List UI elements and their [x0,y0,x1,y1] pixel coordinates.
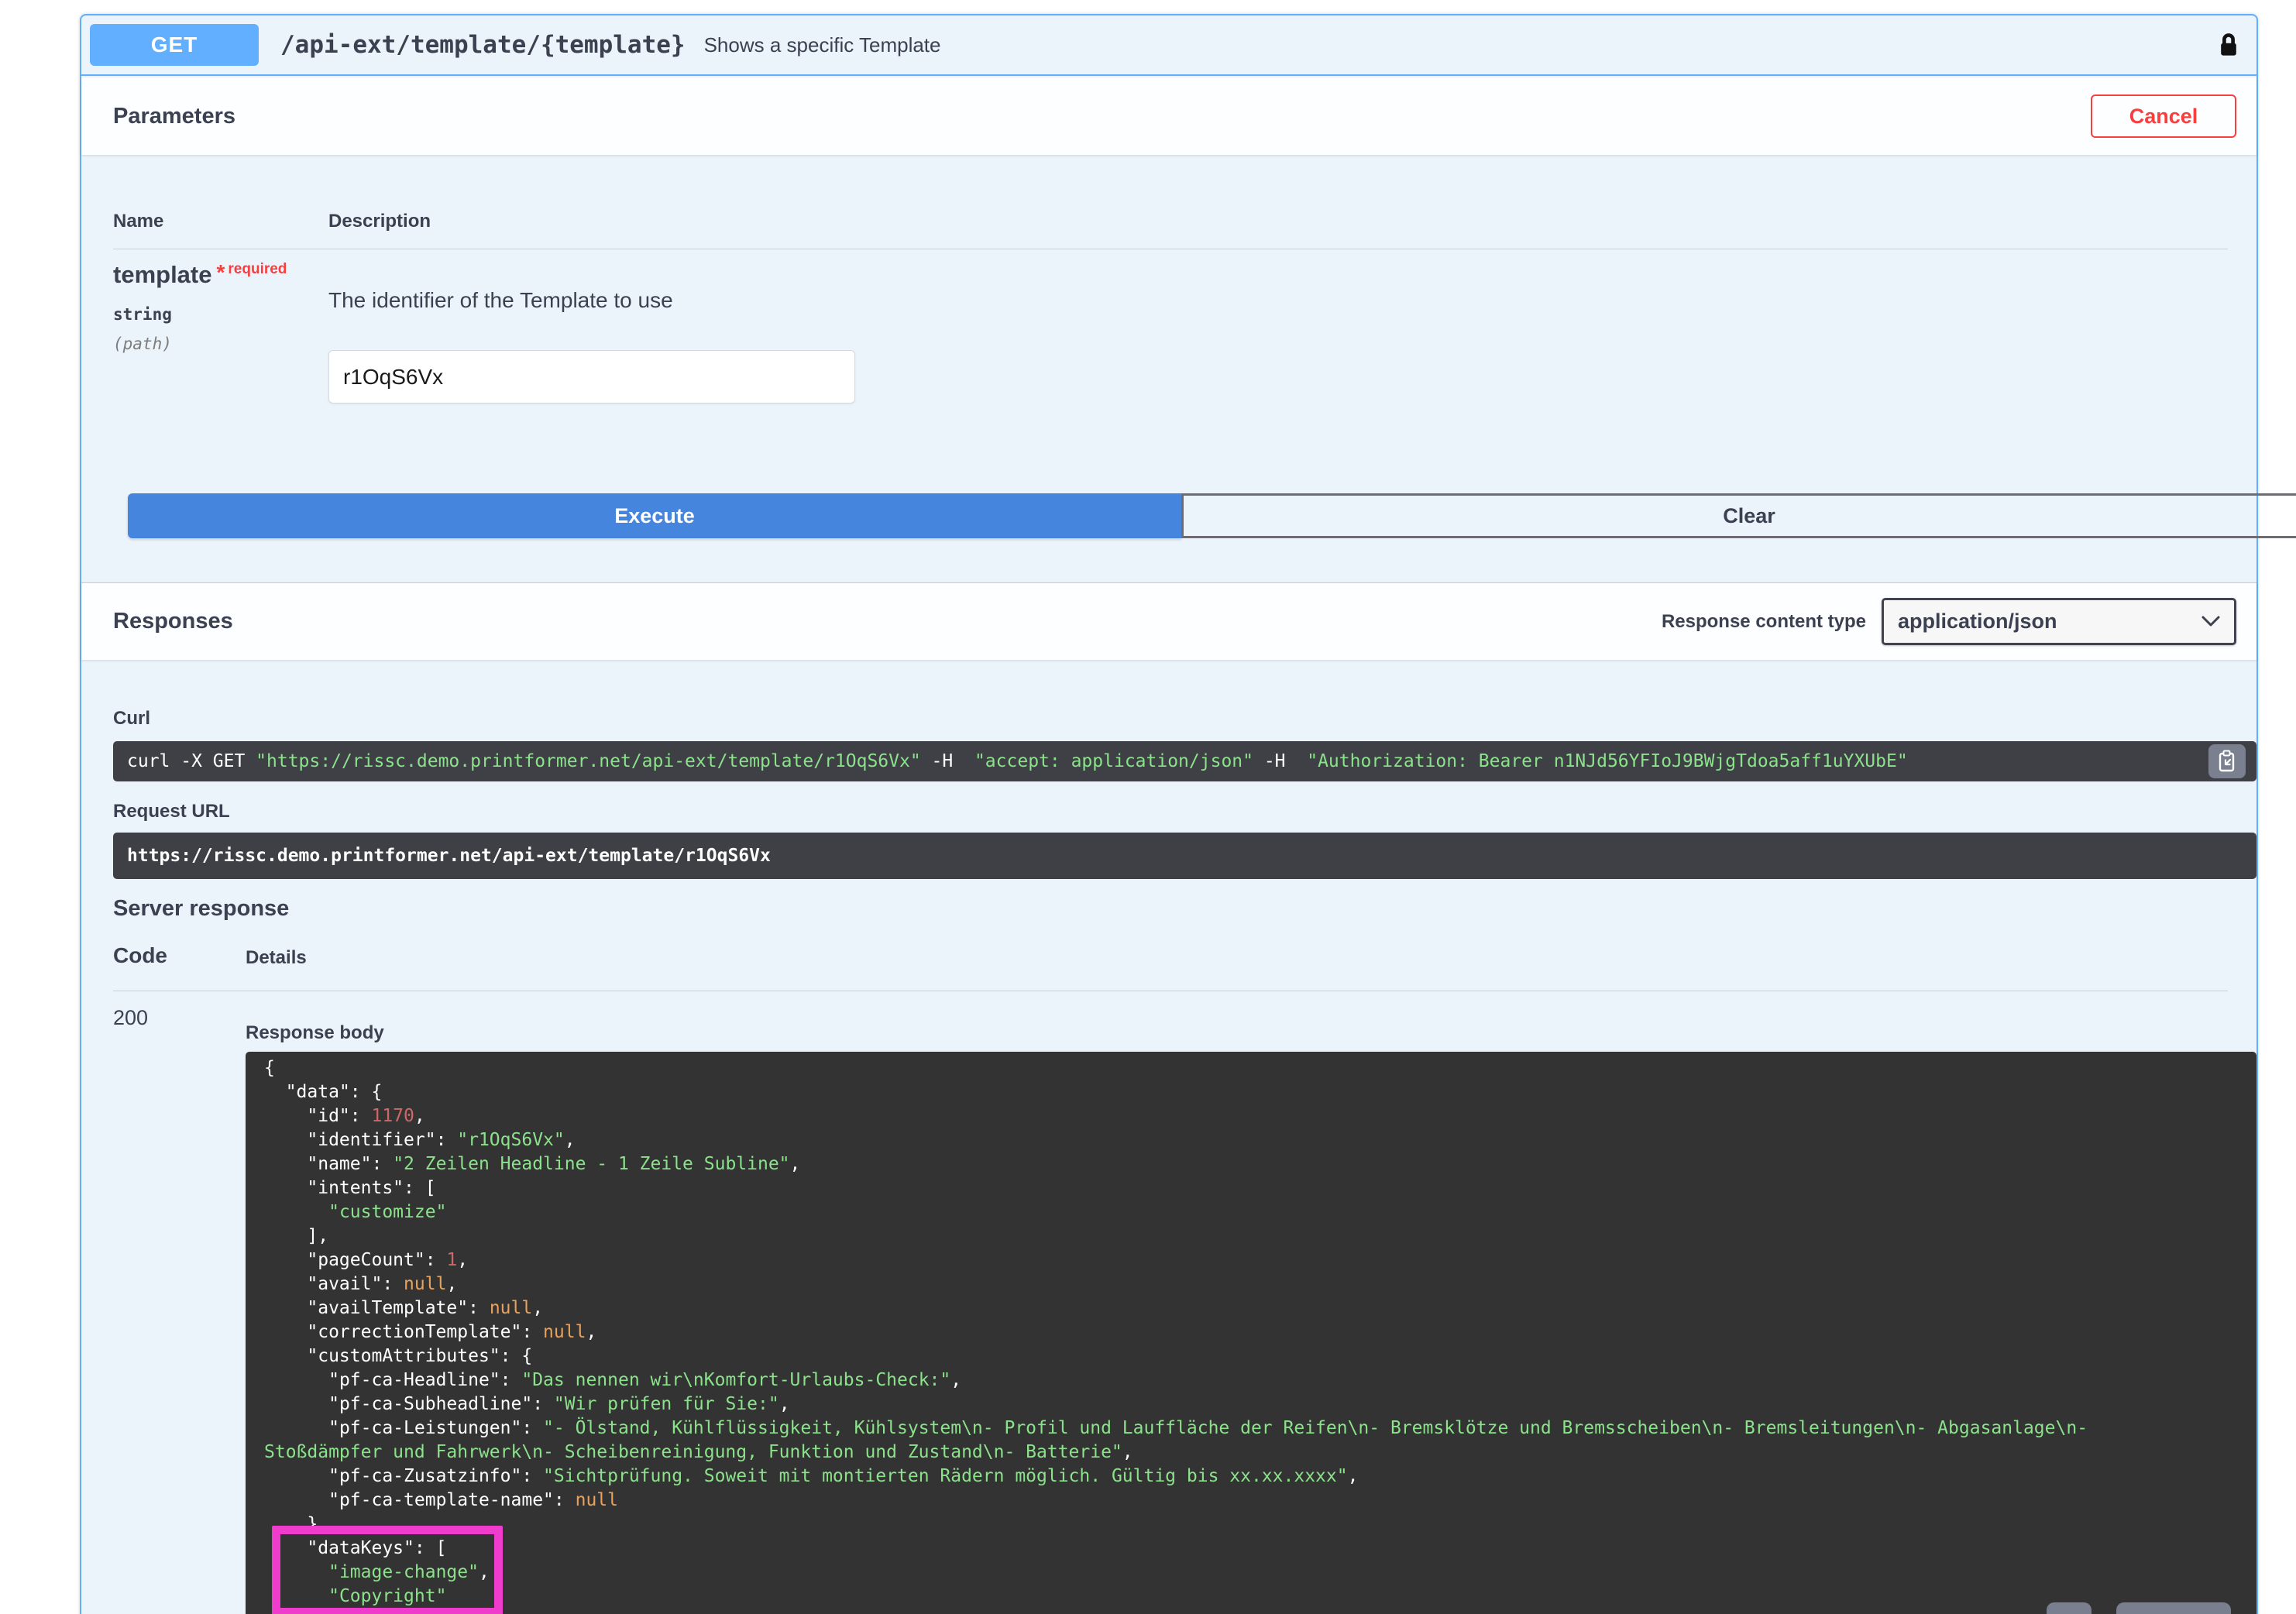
param-name: template*required [113,260,287,289]
code-column-header: Code [113,943,167,968]
details-column-header: Details [246,947,307,969]
http-method-badge: GET [90,24,259,66]
lock-icon [2218,31,2239,60]
response-body-container: { "data": { "id": 1170, "identifier": "r… [246,1052,2256,1614]
endpoint-summary-text: Shows a specific Template [704,33,941,57]
clipboard-icon [2218,750,2236,773]
template-value-input[interactable] [328,350,855,404]
responses-title: Responses [113,609,233,634]
chevron-down-icon [2201,616,2220,627]
response-body-code: { "data": { "id": 1170, "identifier": "r… [246,1052,2256,1614]
column-header-name: Name [113,211,163,232]
column-header-description: Description [328,211,431,232]
param-description: The identifier of the Template to use [328,288,673,313]
response-body-label: Response body [246,1022,384,1044]
operation-summary-bar[interactable]: GET /api-ext/template/{template} Shows a… [81,15,2256,76]
content-type-select[interactable]: application/json [1882,598,2236,645]
request-url-label: Request URL [113,801,230,822]
endpoint-path: /api-ext/template/{template} [280,31,686,59]
content-type-control: Response content type application/json [1662,598,2236,645]
clear-button[interactable]: Clear [1181,493,2296,538]
request-url-bar: https://rissc.demo.printformer.net/api-e… [113,833,2256,879]
required-label: required [228,261,287,277]
parameters-section-header: Parameters Cancel [81,77,2256,155]
responses-section-header: Responses Response content type applicat… [81,582,2256,660]
download-response-button[interactable] [2116,1602,2231,1614]
curl-command-text: curl -X GET "https://rissc.demo.printfor… [113,741,2256,781]
execute-button[interactable]: Execute [128,493,1181,538]
content-type-label: Response content type [1662,611,1866,633]
curl-label: Curl [113,708,150,730]
opblock-get-template: GET /api-ext/template/{template} Shows a… [80,14,2258,1614]
required-star: * [216,260,225,284]
response-status-code: 200 [113,1006,148,1030]
param-location: (path) [113,335,172,353]
content-type-value: application/json [1898,610,2057,634]
copy-to-clipboard-button[interactable] [2208,744,2246,778]
parameters-title: Parameters [113,104,235,129]
curl-command-bar: curl -X GET "https://rissc.demo.printfor… [113,741,2256,781]
server-response-title: Server response [113,896,289,922]
param-name-text: template [113,261,211,288]
authorization-lock-button[interactable] [2218,31,2239,60]
request-url-text: https://rissc.demo.printformer.net/api-e… [113,833,2256,879]
cancel-button[interactable]: Cancel [2091,94,2236,138]
copy-response-button[interactable] [2047,1602,2091,1614]
param-type: string [113,305,172,324]
